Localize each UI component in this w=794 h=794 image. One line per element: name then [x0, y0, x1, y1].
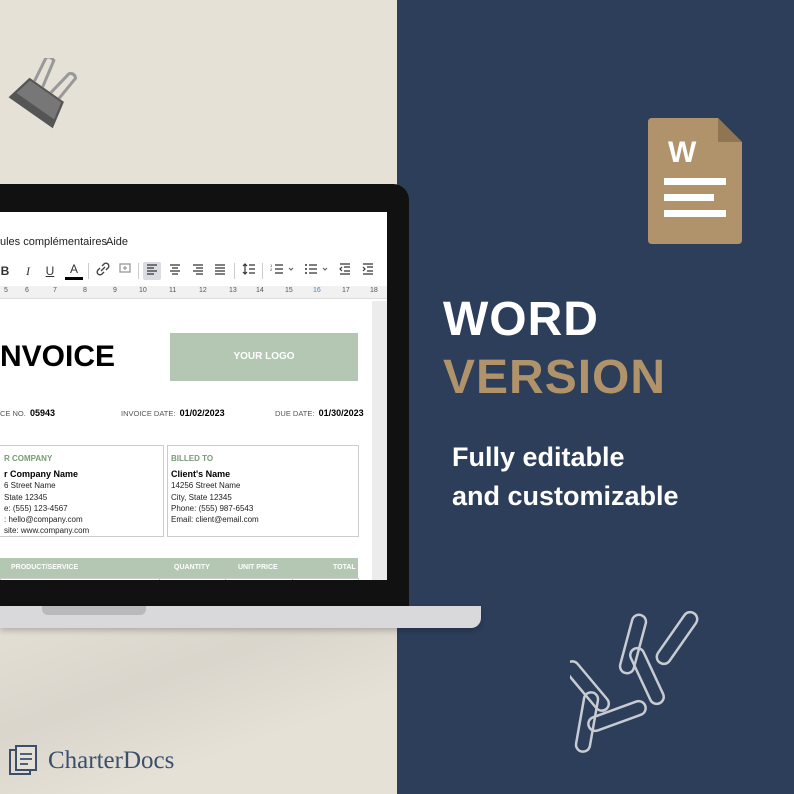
invoice-date: INVOICE DATE: 01/02/2023	[121, 408, 225, 418]
decrease-indent-icon[interactable]	[336, 262, 354, 280]
ruler-tick: 7	[53, 287, 57, 294]
subline-customizable: and customizable	[452, 481, 679, 511]
ruler-tick: 10	[139, 287, 147, 294]
ruler-tick: 8	[83, 287, 87, 294]
ruler-tick: 9	[113, 287, 117, 294]
client-phone: Phone: (555) 987-6543	[171, 504, 254, 513]
brand-name: CharterDocs	[48, 747, 175, 774]
client-email: Email: client@email.com	[171, 515, 259, 524]
align-left-icon[interactable]	[143, 262, 161, 280]
paper-clips-icon	[563, 606, 720, 761]
svg-text:2: 2	[270, 267, 273, 272]
client-city: City, State 12345	[171, 493, 232, 502]
page-margin	[372, 301, 387, 580]
headline-word: WORD	[443, 293, 599, 346]
toolbar-divider	[262, 263, 263, 279]
ruler[interactable]: 5 6 7 8 9 10 11 12 13 14 15 16 17 18	[0, 286, 387, 299]
company-phone: e: (555) 123-4567	[4, 504, 68, 513]
billed-to-card: BILLED TO Client's Name 14256 Street Nam…	[167, 445, 359, 537]
text-color-button[interactable]: A	[65, 262, 83, 280]
col-quantity: QUANTITY	[174, 564, 210, 571]
company-card: R COMPANY r Company Name 6 Street Name S…	[0, 445, 164, 537]
company-name: r Company Name	[4, 469, 79, 479]
menu-addons[interactable]: ules complémentaires	[0, 236, 107, 248]
numbered-list-icon[interactable]: 12	[268, 262, 298, 280]
invoice-number: CE NO. 05943	[0, 408, 56, 418]
brand-logo: CharterDocs	[8, 744, 174, 778]
company-city: State 12345	[4, 493, 48, 502]
client-name: Client's Name	[171, 469, 231, 479]
ruler-tick: 16	[313, 287, 321, 294]
word-document-icon: W	[648, 118, 742, 244]
comment-icon[interactable]	[116, 262, 134, 280]
word-icon-letter: W	[668, 136, 697, 169]
ruler-tick: 12	[199, 287, 207, 294]
ruler-tick: 14	[256, 287, 264, 294]
align-justify-icon[interactable]	[211, 262, 229, 280]
invoice-title: NVOICE	[0, 340, 116, 373]
headline-version: VERSION	[443, 351, 667, 404]
logo-placeholder: YOUR LOGO	[170, 333, 358, 381]
italic-button[interactable]: I	[19, 262, 37, 280]
company-website: site: www.company.com	[4, 526, 90, 535]
document-editor-window: ules complémentaires Aide B I U A 1 2 5 …	[0, 212, 387, 580]
formatting-toolbar: B I U A 12	[0, 260, 387, 282]
ruler-tick: 6	[25, 287, 29, 294]
align-right-icon[interactable]	[189, 262, 207, 280]
align-center-icon[interactable]	[166, 262, 184, 280]
ruler-tick: 13	[229, 287, 237, 294]
ruler-tick: 5	[4, 287, 8, 294]
link-icon[interactable]	[94, 262, 112, 280]
due-date: DUE DATE: 01/30/2023	[275, 408, 364, 418]
company-email: : hello@company.com	[4, 515, 83, 524]
ruler-tick: 11	[169, 287, 177, 294]
binder-clip-icon	[2, 55, 80, 143]
items-table-header: PRODUCT/SERVICE QUANTITY UNIT PRICE TOTA…	[0, 558, 358, 578]
table-row	[0, 578, 359, 580]
toolbar-divider	[88, 263, 89, 279]
bulleted-list-icon[interactable]	[302, 262, 332, 280]
underline-button[interactable]: U	[41, 262, 59, 280]
bold-button[interactable]: B	[0, 262, 14, 280]
company-address: 6 Street Name	[4, 481, 56, 490]
col-total: TOTAL	[333, 564, 356, 571]
toolbar-divider	[234, 263, 235, 279]
increase-indent-icon[interactable]	[359, 262, 377, 280]
laptop-notch	[42, 606, 146, 615]
subline-editable: Fully editable	[452, 442, 625, 472]
document-stack-icon	[9, 745, 37, 775]
col-unit-price: UNIT PRICE	[238, 564, 278, 571]
client-address: 14256 Street Name	[171, 481, 241, 490]
ruler-tick: 15	[285, 287, 293, 294]
ruler-tick: 17	[342, 287, 350, 294]
toolbar-divider	[138, 263, 139, 279]
ruler-tick: 18	[370, 287, 378, 294]
company-label: R COMPANY	[4, 454, 53, 463]
menu-help[interactable]: Aide	[106, 236, 128, 248]
billed-to-label: BILLED TO	[171, 454, 214, 463]
col-product: PRODUCT/SERVICE	[11, 564, 79, 571]
line-spacing-icon[interactable]	[240, 262, 258, 280]
